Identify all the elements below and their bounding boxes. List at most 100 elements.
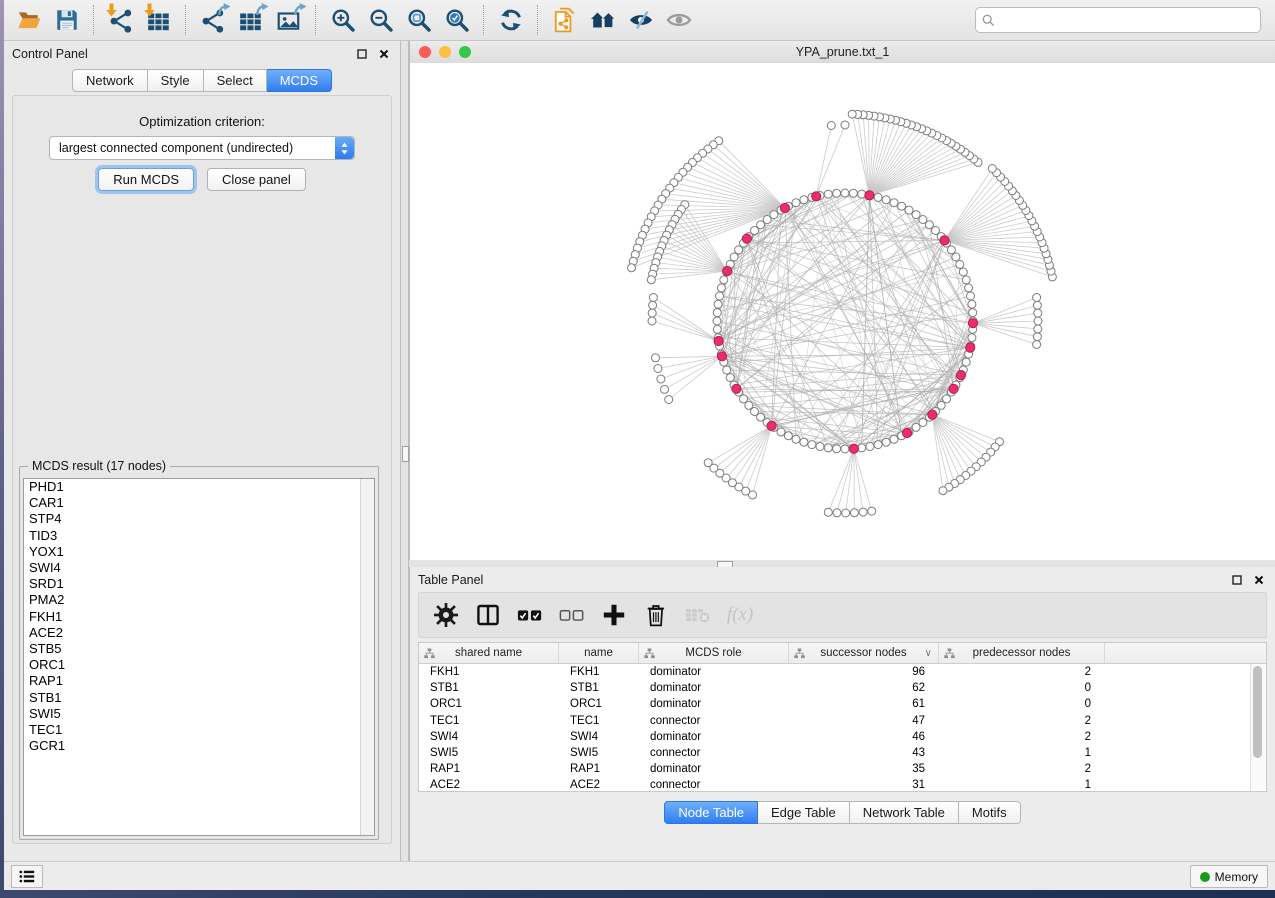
mcds-result-item[interactable]: PMA2 [24,592,374,608]
tab-edge-table[interactable]: Edge Table [758,801,850,824]
table-scrollbar-thumb[interactable] [1253,666,1262,758]
task-history-button[interactable] [11,865,43,888]
table-row[interactable]: RAP1RAP1dominator352 [419,761,1266,777]
mcds-result-groupbox: MCDS result (17 nodes) PHD1CAR1STP4TID3Y… [19,466,379,840]
column-header-MCDS-role[interactable]: MCDS role [639,643,789,663]
export-image-button[interactable] [270,2,308,38]
mcds-result-item[interactable]: PHD1 [24,479,374,495]
zoom-out-button[interactable] [362,2,400,38]
mcds-result-item[interactable]: TID3 [24,528,374,544]
cell-successor-nodes: 96 [789,666,939,678]
function-builder-button: f(x) [727,602,753,628]
tab-network[interactable]: Network [72,69,148,92]
memory-button[interactable]: Memory [1190,865,1268,888]
mcds-result-item[interactable]: STB1 [24,690,374,706]
close-window-icon[interactable] [419,46,431,58]
table-row[interactable]: ORC1ORC1dominator610 [419,696,1266,712]
show-hidden-button[interactable] [660,2,698,38]
delete-row-button[interactable] [643,602,669,628]
cell-successor-nodes: 47 [789,715,939,727]
table-scrollbar[interactable] [1250,664,1265,790]
search-input[interactable] [995,13,1260,27]
add-row-button[interactable] [601,602,627,628]
hide-selected-button[interactable] [622,2,660,38]
tab-network-table[interactable]: Network Table [850,801,959,824]
table-row[interactable]: SWI5SWI5connector431 [419,745,1266,761]
tab-style[interactable]: Style [148,69,204,92]
mcds-result-item[interactable]: GCR1 [24,738,374,754]
table-panel-title: Table Panel [418,573,483,587]
show-columns-button[interactable] [475,602,501,628]
arrow-up-icon [294,2,307,16]
mcds-result-list[interactable]: PHD1CAR1STP4TID3YOX1SWI4SRD1PMA2FKH1ACE2… [23,478,375,836]
cell-name: SWI4 [559,731,639,743]
optimization-dropdown[interactable]: largest connected component (undirected) [49,136,355,160]
table-row[interactable]: FKH1FKH1dominator962 [419,664,1266,680]
open-session-icon [16,7,42,33]
cell-shared-name: RAP1 [419,763,559,775]
mcds-result-item[interactable]: TEC1 [24,722,374,738]
mcds-result-item[interactable]: ORC1 [24,657,374,673]
clone-network-button[interactable] [546,2,584,38]
vertical-splitter[interactable] [400,41,409,862]
table-row[interactable]: ACE2ACE2connector311 [419,777,1266,792]
zoom-in-button[interactable] [324,2,362,38]
cell-shared-name: SWI4 [419,731,559,743]
search-box[interactable] [975,7,1261,33]
select-all-rows-button[interactable] [517,602,543,628]
open-session-button[interactable] [10,2,48,38]
run-mcds-button[interactable]: Run MCDS [98,168,194,191]
refresh-layout-button[interactable] [492,2,530,38]
table-row[interactable]: SWI4SWI4dominator462 [419,729,1266,745]
column-header-shared-name[interactable]: shared name [419,643,559,663]
column-header-successor-nodes[interactable]: successor nodes∨ [789,643,939,663]
zoom-selected-button[interactable] [438,2,476,38]
mcds-result-item[interactable]: FKH1 [24,609,374,625]
mcds-result-item[interactable]: ACE2 [24,625,374,641]
table-panel: Table Panel f(x) shared namenameMCDS rol… [409,567,1275,862]
maximize-window-icon[interactable] [459,46,471,58]
float-table-panel-icon[interactable] [1229,572,1245,588]
tab-node-table[interactable]: Node Table [664,801,758,824]
table-row[interactable]: TEC1TEC1connector472 [419,713,1266,729]
tab-select[interactable]: Select [204,69,267,92]
save-session-button[interactable] [48,2,86,38]
close-panel-icon[interactable] [376,46,392,62]
vertical-splitter-handle[interactable] [402,446,409,462]
control-panel-title: Control Panel [12,47,88,61]
cell-successor-nodes: 62 [789,682,939,694]
cell-successor-nodes: 46 [789,731,939,743]
import-network-button[interactable] [102,2,140,38]
minimize-window-icon[interactable] [439,46,451,58]
horizontal-splitter[interactable] [409,560,1275,567]
cell-name: ORC1 [559,698,639,710]
save-session-icon [54,7,80,33]
column-header-predecessor-nodes[interactable]: predecessor nodes [939,643,1105,663]
table-settings-button[interactable] [433,602,459,628]
close-panel-button[interactable]: Close panel [207,168,306,191]
deselect-all-rows-button[interactable] [559,602,585,628]
tab-mcds[interactable]: MCDS [267,69,332,92]
cell-successor-nodes: 35 [789,763,939,775]
table-row[interactable]: STB1STB1dominator620 [419,680,1266,696]
mcds-list-scrollbar[interactable] [360,479,374,835]
mcds-result-item[interactable]: SWI4 [24,560,374,576]
float-panel-icon[interactable] [354,46,370,62]
mcds-result-item[interactable]: SWI5 [24,706,374,722]
close-table-panel-icon[interactable] [1251,572,1267,588]
mcds-result-item[interactable]: SRD1 [24,576,374,592]
export-table-button[interactable] [232,2,270,38]
export-network-button[interactable] [194,2,232,38]
network-canvas[interactable] [410,63,1275,560]
cell-MCDS-role: dominator [639,698,789,710]
neighborhood-houses-button[interactable] [584,2,622,38]
column-header-name[interactable]: name [559,643,639,663]
mcds-result-item[interactable]: STB5 [24,641,374,657]
mcds-result-item[interactable]: YOX1 [24,544,374,560]
zoom-fit-button[interactable] [400,2,438,38]
mcds-result-item[interactable]: CAR1 [24,495,374,511]
mcds-result-item[interactable]: STP4 [24,511,374,527]
mcds-result-item[interactable]: RAP1 [24,673,374,689]
tab-motifs[interactable]: Motifs [959,801,1021,824]
import-table-button[interactable] [140,2,178,38]
